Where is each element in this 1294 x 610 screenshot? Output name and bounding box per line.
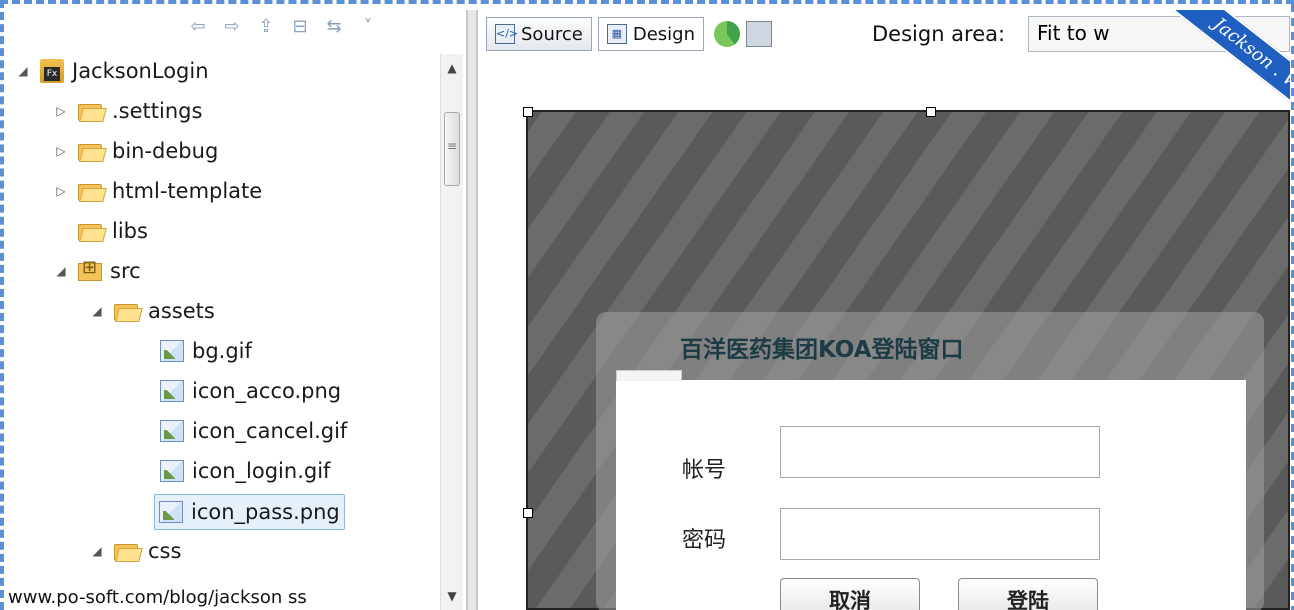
folder-icon [78, 101, 104, 121]
tree-scrollbar[interactable]: ▲ ▼ [440, 54, 463, 610]
tree-item-label: bg.gif [192, 339, 252, 363]
folder-icon [78, 141, 104, 161]
password-label: 密码 [682, 528, 727, 553]
tree-item-label: bin-debug [112, 139, 219, 163]
design-canvas[interactable]: 百洋医药集团KOA登陆窗口 帐号 密码 取消 登陆 [523, 107, 1290, 610]
folder-icon [114, 541, 140, 561]
flex-project-icon [40, 59, 64, 83]
scroll-thumb[interactable] [444, 112, 460, 186]
panel-title: 百洋医药集团KOA登陆窗口 [680, 337, 964, 363]
tree-item-icon-cancel[interactable]: icon_cancel.gif [160, 414, 347, 448]
image-file-icon [160, 340, 184, 362]
tree-item-libs[interactable]: ▷ libs [54, 214, 148, 248]
expanded-arrow-icon[interactable]: ◢ [16, 64, 30, 78]
collapse-all-icon[interactable]: ⊟ [290, 16, 310, 37]
tree-item-css[interactable]: ◢ css [90, 534, 181, 568]
package-explorer: ⇦ ⇨ ⇪ ⊟ ⇆ ˅ ◢ JacksonLogin ▷ .settings ▷… [8, 10, 464, 610]
cancel-button[interactable]: 取消 [780, 578, 920, 610]
tree-item-label: src [110, 259, 141, 283]
tab-label: Design [632, 23, 695, 45]
folder-icon [78, 221, 104, 241]
tree-item-label: css [148, 539, 182, 563]
design-view-icon: ▦ [606, 24, 627, 44]
tree-item-label: icon_cancel.gif [192, 419, 348, 443]
forward-icon[interactable]: ⇨ [222, 16, 242, 37]
image-file-icon [160, 420, 184, 442]
up-icon[interactable]: ⇪ [256, 16, 276, 37]
tree-item-bg-gif[interactable]: bg.gif [160, 334, 252, 368]
tree-item-label: assets [148, 299, 215, 323]
expanded-arrow-icon[interactable]: ◢ [90, 304, 104, 318]
image-file-icon [160, 460, 184, 482]
collapsed-arrow-icon[interactable]: ▷ [54, 184, 68, 198]
tab-label: Source [521, 23, 583, 45]
image-file-icon [159, 501, 183, 523]
tree-item-label: icon_acco.png [192, 379, 342, 403]
tab-design[interactable]: ▦ Design [597, 17, 704, 51]
panel-splitter[interactable] [466, 10, 478, 610]
tree-item-label: JacksonLogin [72, 59, 209, 83]
login-button[interactable]: 登陆 [958, 578, 1098, 610]
back-icon[interactable]: ⇦ [188, 16, 208, 37]
panel-body: 帐号 密码 取消 登陆 [616, 370, 1246, 610]
collapsed-arrow-icon[interactable]: ▷ [54, 104, 68, 118]
tree-item-label: icon_login.gif [192, 459, 331, 483]
folder-icon [78, 181, 104, 201]
layout-icon[interactable] [745, 21, 772, 47]
tree-item-src[interactable]: ◢ src [54, 254, 141, 288]
account-label: 帐号 [682, 458, 727, 483]
tree-item-project[interactable]: ◢ JacksonLogin [16, 54, 209, 88]
tree-item-settings[interactable]: ▷ .settings [54, 94, 202, 128]
source-code-icon: </> [495, 24, 518, 44]
tab-source[interactable]: </> Source [486, 17, 592, 51]
tree-item-icon-login[interactable]: icon_login.gif [160, 454, 330, 488]
resize-handle[interactable] [523, 508, 533, 518]
watermark-url: www.po-soft.com/blog/jackson ss [8, 587, 307, 608]
tree-item-label: icon_pass.png [191, 500, 340, 524]
login-panel[interactable]: 百洋医药集团KOA登陆窗口 帐号 密码 取消 登陆 [596, 312, 1264, 610]
tree-item-html-template[interactable]: ▷ html-template [54, 174, 262, 208]
source-folder-icon [78, 259, 104, 283]
tree-item-label: html-template [112, 179, 263, 203]
expanded-arrow-icon[interactable]: ◢ [54, 264, 68, 278]
scroll-up-icon[interactable]: ▲ [441, 58, 463, 78]
expanded-arrow-icon[interactable]: ◢ [90, 544, 104, 558]
scroll-down-icon[interactable]: ▼ [441, 586, 463, 606]
explorer-toolbar: ⇦ ⇨ ⇪ ⊟ ⇆ ˅ [188, 10, 378, 42]
editor-mode-tabs: </> Source ▦ Design [486, 14, 772, 54]
collapsed-arrow-icon[interactable]: ▷ [54, 144, 68, 158]
password-input[interactable] [780, 508, 1100, 560]
resize-handle[interactable] [926, 107, 936, 117]
tree-item-icon-pass[interactable]: icon_pass.png [154, 494, 345, 530]
tree-item-bin-debug[interactable]: ▷ bin-debug [54, 134, 218, 168]
image-file-icon [160, 380, 184, 402]
account-input[interactable] [780, 426, 1100, 478]
tree-item-label: .settings [112, 99, 203, 123]
tree-item-icon-acco[interactable]: icon_acco.png [160, 374, 341, 408]
tree-item-label: libs [112, 219, 148, 243]
view-menu-icon[interactable]: ˅ [358, 16, 378, 37]
tree-item-assets[interactable]: ◢ assets [90, 294, 215, 328]
refresh-icon[interactable] [713, 21, 740, 47]
link-editor-icon[interactable]: ⇆ [324, 16, 344, 37]
folder-icon [114, 301, 140, 321]
design-area-select[interactable]: Fit to w [1028, 16, 1290, 52]
resize-handle[interactable] [523, 107, 533, 117]
design-editor: </> Source ▦ Design Design area: Fit to … [480, 10, 1290, 610]
panel-tab [616, 370, 682, 381]
design-area-label: Design area: [872, 22, 1006, 46]
